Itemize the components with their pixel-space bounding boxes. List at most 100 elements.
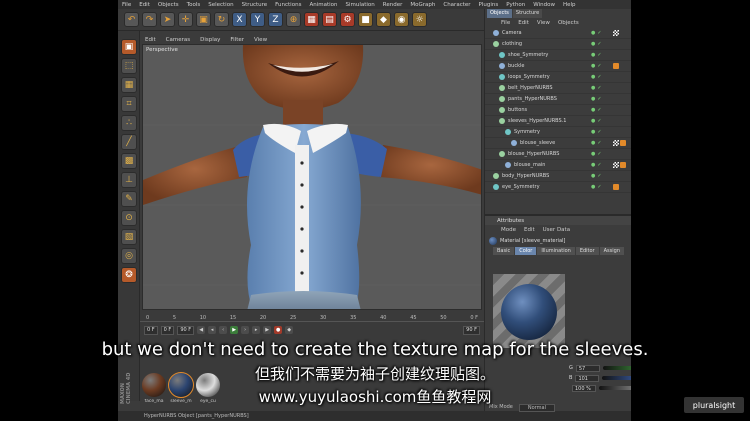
visibility-flags[interactable]: ● ✓ — [591, 107, 613, 113]
object-mode-icon[interactable]: ⬚ — [121, 58, 137, 74]
object-row[interactable]: blouse_sleeve ● ✓ — [485, 138, 631, 149]
key-button[interactable]: ◆ — [285, 326, 294, 334]
perspective-viewport[interactable]: Perspective — [142, 44, 482, 310]
x-axis-icon[interactable]: X — [232, 12, 247, 27]
enabled-check-icon[interactable]: ✓ — [597, 129, 601, 135]
visibility-flags[interactable]: ● ✓ — [591, 184, 613, 190]
attr-tab-illumination[interactable]: Illumination — [537, 247, 575, 255]
current-frame-field[interactable]: 0 F — [160, 325, 175, 335]
enabled-check-icon[interactable]: ✓ — [597, 118, 601, 124]
attr-tab-color[interactable]: Color — [515, 247, 537, 255]
goto-start-button[interactable]: ◀ — [197, 326, 206, 334]
scale-icon[interactable]: ▣ — [196, 12, 211, 27]
phong-tag-icon[interactable] — [620, 140, 626, 146]
render-settings-icon[interactable]: ⚙ — [340, 12, 355, 27]
prev-key-button[interactable]: ◂ — [208, 326, 217, 334]
visibility-dot-icon[interactable]: ● — [591, 129, 595, 135]
menu-item-character[interactable]: Character — [439, 2, 474, 8]
undo-icon[interactable]: ↶ — [124, 12, 139, 27]
visibility-dot-icon[interactable]: ● — [591, 41, 595, 47]
polygons-mode-icon[interactable]: ▩ — [121, 153, 137, 169]
visibility-flags[interactable]: ● ✓ — [591, 162, 613, 168]
redo-icon[interactable]: ↷ — [142, 12, 157, 27]
render-picture-icon[interactable]: ▤ — [322, 12, 337, 27]
record-button[interactable]: ● — [274, 326, 283, 334]
viewport-menu-filter[interactable]: Filter — [225, 37, 249, 43]
object-row[interactable]: Camera ● ✓ — [485, 28, 631, 39]
viewport-menu-view[interactable]: View — [249, 37, 272, 43]
play-button[interactable]: ▶ — [230, 326, 239, 334]
select-icon[interactable]: ➤ — [160, 12, 175, 27]
enabled-check-icon[interactable]: ✓ — [597, 41, 601, 47]
object-row[interactable]: buttons ● ✓ — [485, 105, 631, 116]
enabled-check-icon[interactable]: ✓ — [597, 162, 601, 168]
object-row[interactable]: belt_HyperNURBS ● ✓ — [485, 83, 631, 94]
object-row[interactable]: blouse_main ● ✓ — [485, 160, 631, 171]
sculpt-icon[interactable]: ❂ — [121, 267, 137, 283]
visibility-flags[interactable]: ● ✓ — [591, 30, 613, 36]
attr-tab-assign[interactable]: Assign — [599, 247, 624, 255]
visibility-flags[interactable]: ● ✓ — [591, 52, 613, 58]
menu-item-animation[interactable]: Animation — [305, 2, 341, 8]
render-view-icon[interactable]: ▦ — [304, 12, 319, 27]
objects-menu-file[interactable]: File — [497, 20, 514, 26]
enabled-check-icon[interactable]: ✓ — [597, 96, 601, 102]
attr-tab-editor[interactable]: Editor — [575, 247, 599, 255]
cube-icon[interactable]: ■ — [358, 12, 373, 27]
object-row[interactable]: clothing ● ✓ — [485, 39, 631, 50]
object-row[interactable]: pants_HyperNURBS ● ✓ — [485, 94, 631, 105]
visibility-dot-icon[interactable]: ● — [591, 74, 595, 80]
visibility-dot-icon[interactable]: ● — [591, 151, 595, 157]
tab-objects[interactable]: Objects — [487, 9, 512, 18]
visibility-flags[interactable]: ● ✓ — [591, 118, 613, 124]
menu-item-window[interactable]: Window — [529, 2, 559, 8]
visibility-flags[interactable]: ● ✓ — [591, 96, 613, 102]
tab-structure[interactable]: Structure — [512, 9, 543, 18]
texture-tag-icon[interactable] — [613, 140, 619, 146]
phong-tag-icon[interactable] — [613, 184, 619, 190]
enabled-check-icon[interactable]: ✓ — [597, 85, 601, 91]
timeline-ruler[interactable]: 0 5 10 15 20 25 30 35 40 45 50 0 F — [140, 310, 484, 322]
enabled-check-icon[interactable]: ✓ — [597, 63, 601, 69]
visibility-dot-icon[interactable]: ● — [591, 184, 595, 190]
visibility-dot-icon[interactable]: ● — [591, 30, 595, 36]
texture-mode-icon[interactable]: ▦ — [121, 77, 137, 93]
visibility-dot-icon[interactable]: ● — [591, 96, 595, 102]
environment-icon[interactable]: ☼ — [412, 12, 427, 27]
viewport-menu-cameras[interactable]: Cameras — [161, 37, 195, 43]
next-key-button[interactable]: ▸ — [252, 326, 261, 334]
visibility-dot-icon[interactable]: ● — [591, 63, 595, 69]
visibility-flags[interactable]: ● ✓ — [591, 85, 613, 91]
menu-item-objects[interactable]: Objects — [154, 2, 183, 8]
object-row[interactable]: buckle ● ✓ — [485, 61, 631, 72]
goto-end-button[interactable]: ▶ — [263, 326, 272, 334]
workplane-icon[interactable]: ⌗ — [121, 96, 137, 112]
viewport-menu-edit[interactable]: Edit — [140, 37, 161, 43]
phong-tag-icon[interactable] — [613, 63, 619, 69]
visibility-dot-icon[interactable]: ● — [591, 52, 595, 58]
visibility-dot-icon[interactable]: ● — [591, 162, 595, 168]
menu-item-simulation[interactable]: Simulation — [341, 2, 378, 8]
object-row[interactable]: body_HyperNURBS ● ✓ — [485, 171, 631, 182]
visibility-flags[interactable]: ● ✓ — [591, 151, 613, 157]
max-frame-field[interactable]: 90 F — [463, 325, 480, 335]
start-frame-field[interactable]: 0 F — [144, 325, 158, 335]
checker-icon[interactable]: ▧ — [121, 229, 137, 245]
attributes-menu-mode[interactable]: Mode — [497, 227, 520, 233]
prev-frame-button[interactable]: ‹ — [219, 326, 228, 334]
visibility-dot-icon[interactable]: ● — [591, 140, 595, 146]
object-row[interactable]: loops_Symmetry ● ✓ — [485, 72, 631, 83]
visibility-dot-icon[interactable]: ● — [591, 107, 595, 113]
enabled-check-icon[interactable]: ✓ — [597, 184, 601, 190]
move-icon[interactable]: ✛ — [178, 12, 193, 27]
phong-tag-icon[interactable] — [620, 162, 626, 168]
timeline[interactable]: 0 5 10 15 20 25 30 35 40 45 50 0 F 0 F 0 F 90 F ◀ ◂… — [140, 310, 484, 340]
y-axis-icon[interactable]: Y — [250, 12, 265, 27]
nurbs-icon[interactable]: ◆ — [376, 12, 391, 27]
visibility-dot-icon[interactable]: ● — [591, 118, 595, 124]
menu-item-python[interactable]: Python — [502, 2, 529, 8]
object-row[interactable]: eye_Symmetry ● ✓ — [485, 182, 631, 193]
points-mode-icon[interactable]: ∴ — [121, 115, 137, 131]
soft-selection-icon[interactable]: ◎ — [121, 248, 137, 264]
enabled-check-icon[interactable]: ✓ — [597, 30, 601, 36]
